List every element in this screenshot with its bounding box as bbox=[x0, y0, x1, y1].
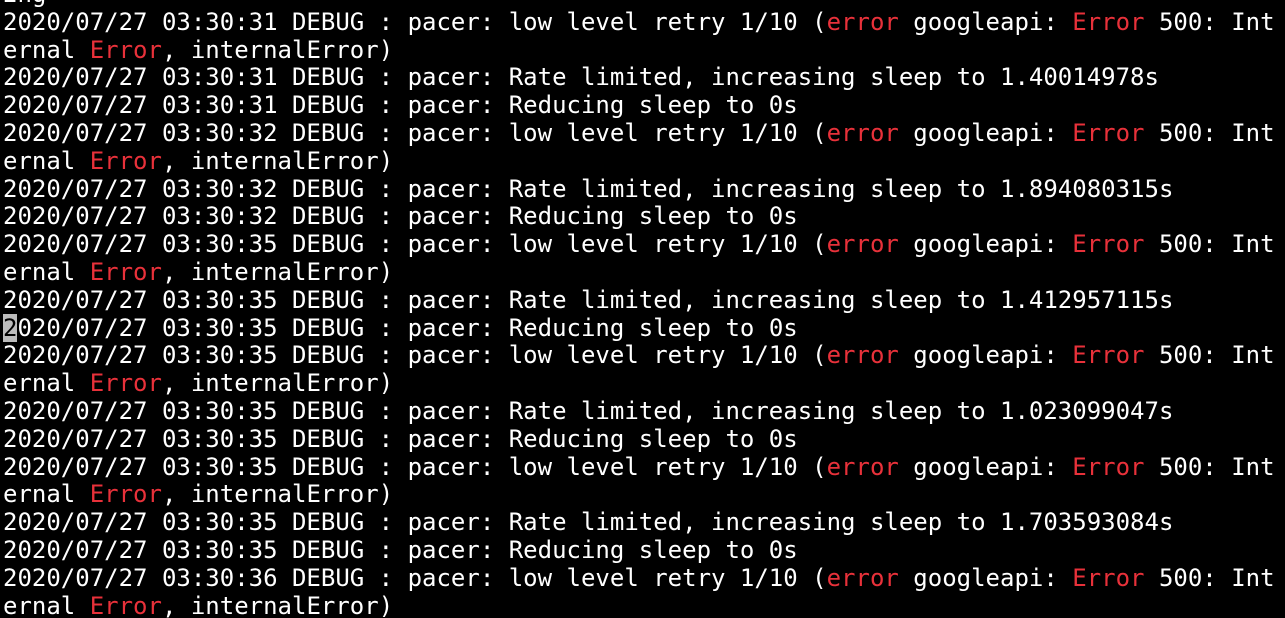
log-line: 2020/07/27 03:30:31 DEBUG : pacer: Rate … bbox=[3, 63, 1275, 92]
log-text: 2020/07/27 03:30:31 DEBUG : pacer: Rate … bbox=[3, 63, 1159, 92]
log-line: 2020/07/27 03:30:35 DEBUG : pacer: Rate … bbox=[3, 285, 1275, 315]
log-text: ernal bbox=[3, 369, 90, 398]
log-line-wrap: ernal Error, internalError) bbox=[3, 480, 1275, 509]
log-line: 2020/07/27 03:30:35 DEBUG : pacer: Rate … bbox=[3, 508, 1275, 537]
log-line: 2020/07/27 03:30:32 DEBUG : pacer: Rate … bbox=[3, 174, 1275, 204]
text-cursor: 2 bbox=[3, 313, 18, 342]
log-text: 2020/07/27 03:30:35 DEBUG : pacer: low l… bbox=[3, 452, 827, 481]
error-highlight: Error bbox=[89, 146, 162, 175]
log-text: , internalError) bbox=[161, 35, 394, 64]
error-highlight: Error bbox=[89, 480, 162, 509]
log-text: 2020/07/27 03:30:35 DEBUG : pacer: Rate … bbox=[3, 396, 1174, 425]
log-text: ernal bbox=[3, 480, 90, 509]
log-text: ernal bbox=[3, 257, 90, 286]
error-highlight: Error bbox=[89, 257, 162, 286]
log-text: 500: Int bbox=[1144, 563, 1275, 592]
log-text: 2020/07/27 03:30:32 DEBUG : pacer: low l… bbox=[3, 118, 827, 147]
log-line-retry: 2020/07/27 03:30:36 DEBUG : pacer: low l… bbox=[3, 563, 1275, 593]
log-text: googleapi: bbox=[898, 563, 1073, 592]
log-line: 2020/07/27 03:30:35 DEBUG : pacer: Reduc… bbox=[3, 313, 1275, 343]
error-highlight: error bbox=[826, 7, 899, 36]
error-highlight: error bbox=[826, 230, 899, 259]
log-text: , internalError) bbox=[161, 146, 394, 175]
error-highlight: Error bbox=[1072, 341, 1145, 370]
log-line-wrap: ernal Error, internalError) bbox=[3, 35, 1275, 65]
log-text: 2020/07/27 03:30:32 DEBUG : pacer: Reduc… bbox=[3, 202, 798, 231]
log-line-wrap: ernal Error, internalError) bbox=[3, 257, 1275, 287]
log-text: googleapi: bbox=[898, 341, 1073, 370]
log-text: 020/07/27 03:30:35 DEBUG : pacer: Reduci… bbox=[17, 313, 798, 342]
log-line-wrap: ernal Error, internalError) bbox=[3, 146, 1275, 176]
log-line-wrap: ernal Error, internalError) bbox=[3, 369, 1275, 398]
log-line: 2020/07/27 03:30:35 DEBUG : pacer: Rate … bbox=[3, 396, 1275, 426]
error-highlight: Error bbox=[1072, 7, 1145, 36]
log-text: 500: Int bbox=[1144, 7, 1275, 36]
log-text: 2020/07/27 03:30:31 DEBUG : pacer: Reduc… bbox=[3, 91, 798, 120]
log-text: 2020/07/27 03:30:35 DEBUG : pacer: Rate … bbox=[3, 285, 1174, 314]
error-highlight: error bbox=[826, 341, 899, 370]
log-text: ernal bbox=[3, 146, 90, 175]
log-line: 2020/07/27 03:30:31 DEBUG : pacer: Reduc… bbox=[3, 91, 1275, 120]
log-line-retry: 2020/07/27 03:30:32 DEBUG : pacer: low l… bbox=[3, 118, 1275, 148]
error-highlight: Error bbox=[1072, 118, 1145, 147]
error-highlight: Error bbox=[89, 35, 162, 64]
log-text: 500: Int bbox=[1144, 118, 1275, 147]
log-text: 2ng bbox=[3, 0, 46, 8]
log-text: googleapi: bbox=[898, 7, 1073, 36]
error-highlight: Error bbox=[1072, 452, 1145, 481]
error-highlight: Error bbox=[89, 369, 162, 398]
error-highlight: error bbox=[826, 452, 899, 481]
log-text: googleapi: bbox=[898, 230, 1073, 259]
log-text: , internalError) bbox=[161, 369, 394, 398]
log-text: ernal bbox=[3, 35, 90, 64]
log-text: 2020/07/27 03:30:35 DEBUG : pacer: Reduc… bbox=[3, 424, 798, 453]
log-text: 500: Int bbox=[1144, 341, 1275, 370]
log-line-wrap: ernal Error, internalError) bbox=[3, 591, 1275, 618]
error-highlight: error bbox=[826, 563, 899, 592]
log-text: 2020/07/27 03:30:32 DEBUG : pacer: Rate … bbox=[3, 174, 1174, 203]
log-text: 2020/07/27 03:30:35 DEBUG : pacer: Reduc… bbox=[3, 535, 798, 564]
error-highlight: Error bbox=[89, 591, 162, 618]
terminal-output: 2ng2020/07/27 03:30:31 DEBUG : pacer: lo… bbox=[3, 0, 1275, 618]
terminal-window[interactable]: 2ng2020/07/27 03:30:31 DEBUG : pacer: lo… bbox=[0, 0, 1285, 618]
log-text: 500: Int bbox=[1144, 452, 1275, 481]
log-text: googleapi: bbox=[898, 452, 1073, 481]
log-text: , internalError) bbox=[161, 480, 394, 509]
log-text: 2020/07/27 03:30:36 DEBUG : pacer: low l… bbox=[3, 563, 827, 592]
log-text: googleapi: bbox=[898, 118, 1073, 147]
log-line-retry: 2020/07/27 03:30:35 DEBUG : pacer: low l… bbox=[3, 452, 1275, 482]
log-text: , internalError) bbox=[161, 257, 394, 286]
error-highlight: error bbox=[826, 118, 899, 147]
log-text: 500: Int bbox=[1144, 230, 1275, 259]
log-text: 2020/07/27 03:30:31 DEBUG : pacer: low l… bbox=[3, 7, 827, 36]
log-line: 2020/07/27 03:30:35 DEBUG : pacer: Reduc… bbox=[3, 424, 1275, 454]
error-highlight: Error bbox=[1072, 230, 1145, 259]
log-text: 2020/07/27 03:30:35 DEBUG : pacer: low l… bbox=[3, 341, 827, 370]
log-text: ernal bbox=[3, 591, 90, 618]
log-line: 2020/07/27 03:30:35 DEBUG : pacer: Reduc… bbox=[3, 535, 1275, 565]
log-text: 2020/07/27 03:30:35 DEBUG : pacer: low l… bbox=[3, 230, 827, 259]
log-text: 2020/07/27 03:30:35 DEBUG : pacer: Rate … bbox=[3, 508, 1174, 537]
log-line: 2020/07/27 03:30:32 DEBUG : pacer: Reduc… bbox=[3, 202, 1275, 231]
log-text: , internalError) bbox=[161, 591, 394, 618]
error-highlight: Error bbox=[1072, 563, 1145, 592]
log-line-retry: 2020/07/27 03:30:31 DEBUG : pacer: low l… bbox=[3, 7, 1275, 37]
log-line-retry: 2020/07/27 03:30:35 DEBUG : pacer: low l… bbox=[3, 230, 1275, 259]
log-line-retry: 2020/07/27 03:30:35 DEBUG : pacer: low l… bbox=[3, 341, 1275, 370]
